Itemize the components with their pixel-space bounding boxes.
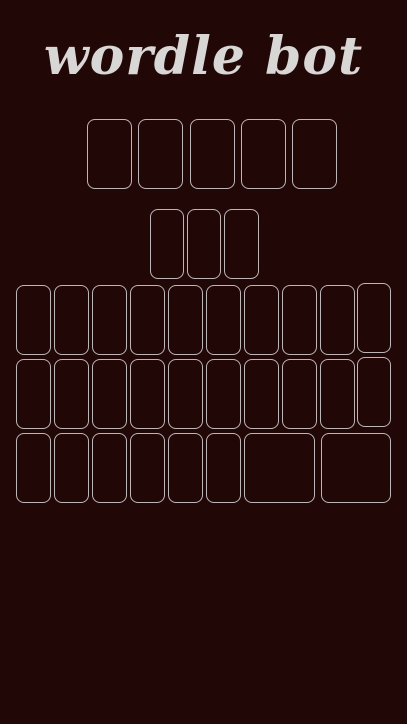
keyboard-key[interactable]	[168, 433, 203, 503]
keyboard-key[interactable]	[244, 359, 279, 429]
keyboard-key[interactable]	[168, 285, 203, 355]
keyboard-key[interactable]	[320, 359, 355, 429]
keyboard-key[interactable]	[92, 285, 127, 355]
keyboard-key[interactable]	[320, 285, 355, 355]
keyboard-key[interactable]	[357, 283, 391, 353]
keyboard-key[interactable]	[206, 285, 241, 355]
keyboard-key[interactable]	[54, 359, 89, 429]
score-tile[interactable]	[150, 209, 184, 279]
keyboard-key[interactable]	[54, 285, 89, 355]
keyboard-key[interactable]	[282, 359, 317, 429]
guess-tile[interactable]	[138, 119, 183, 189]
guess-tile[interactable]	[190, 119, 235, 189]
keyboard-key[interactable]	[54, 433, 89, 503]
score-tile[interactable]	[224, 209, 259, 279]
app-title: wordle bot	[43, 26, 364, 87]
keyboard-key[interactable]	[92, 433, 127, 503]
keyboard-key[interactable]	[168, 359, 203, 429]
keyboard-key[interactable]	[357, 357, 391, 427]
keyboard-key[interactable]	[244, 285, 279, 355]
keyboard-key[interactable]	[282, 285, 317, 355]
keyboard-key[interactable]	[130, 433, 165, 503]
keyboard-key[interactable]	[206, 433, 241, 503]
keyboard-key[interactable]	[16, 359, 51, 429]
guess-tile[interactable]	[87, 119, 132, 189]
guess-tile[interactable]	[292, 119, 337, 189]
keyboard-key[interactable]	[130, 359, 165, 429]
keyboard-key[interactable]	[206, 359, 241, 429]
keyboard-key[interactable]	[16, 433, 51, 503]
keyboard-key[interactable]	[16, 285, 51, 355]
keyboard-key[interactable]	[92, 359, 127, 429]
keyboard-wide-key[interactable]	[244, 433, 315, 503]
guess-tile[interactable]	[241, 119, 286, 189]
keyboard-key[interactable]	[130, 285, 165, 355]
score-tile[interactable]	[187, 209, 221, 279]
keyboard-wide-key[interactable]	[321, 433, 391, 503]
